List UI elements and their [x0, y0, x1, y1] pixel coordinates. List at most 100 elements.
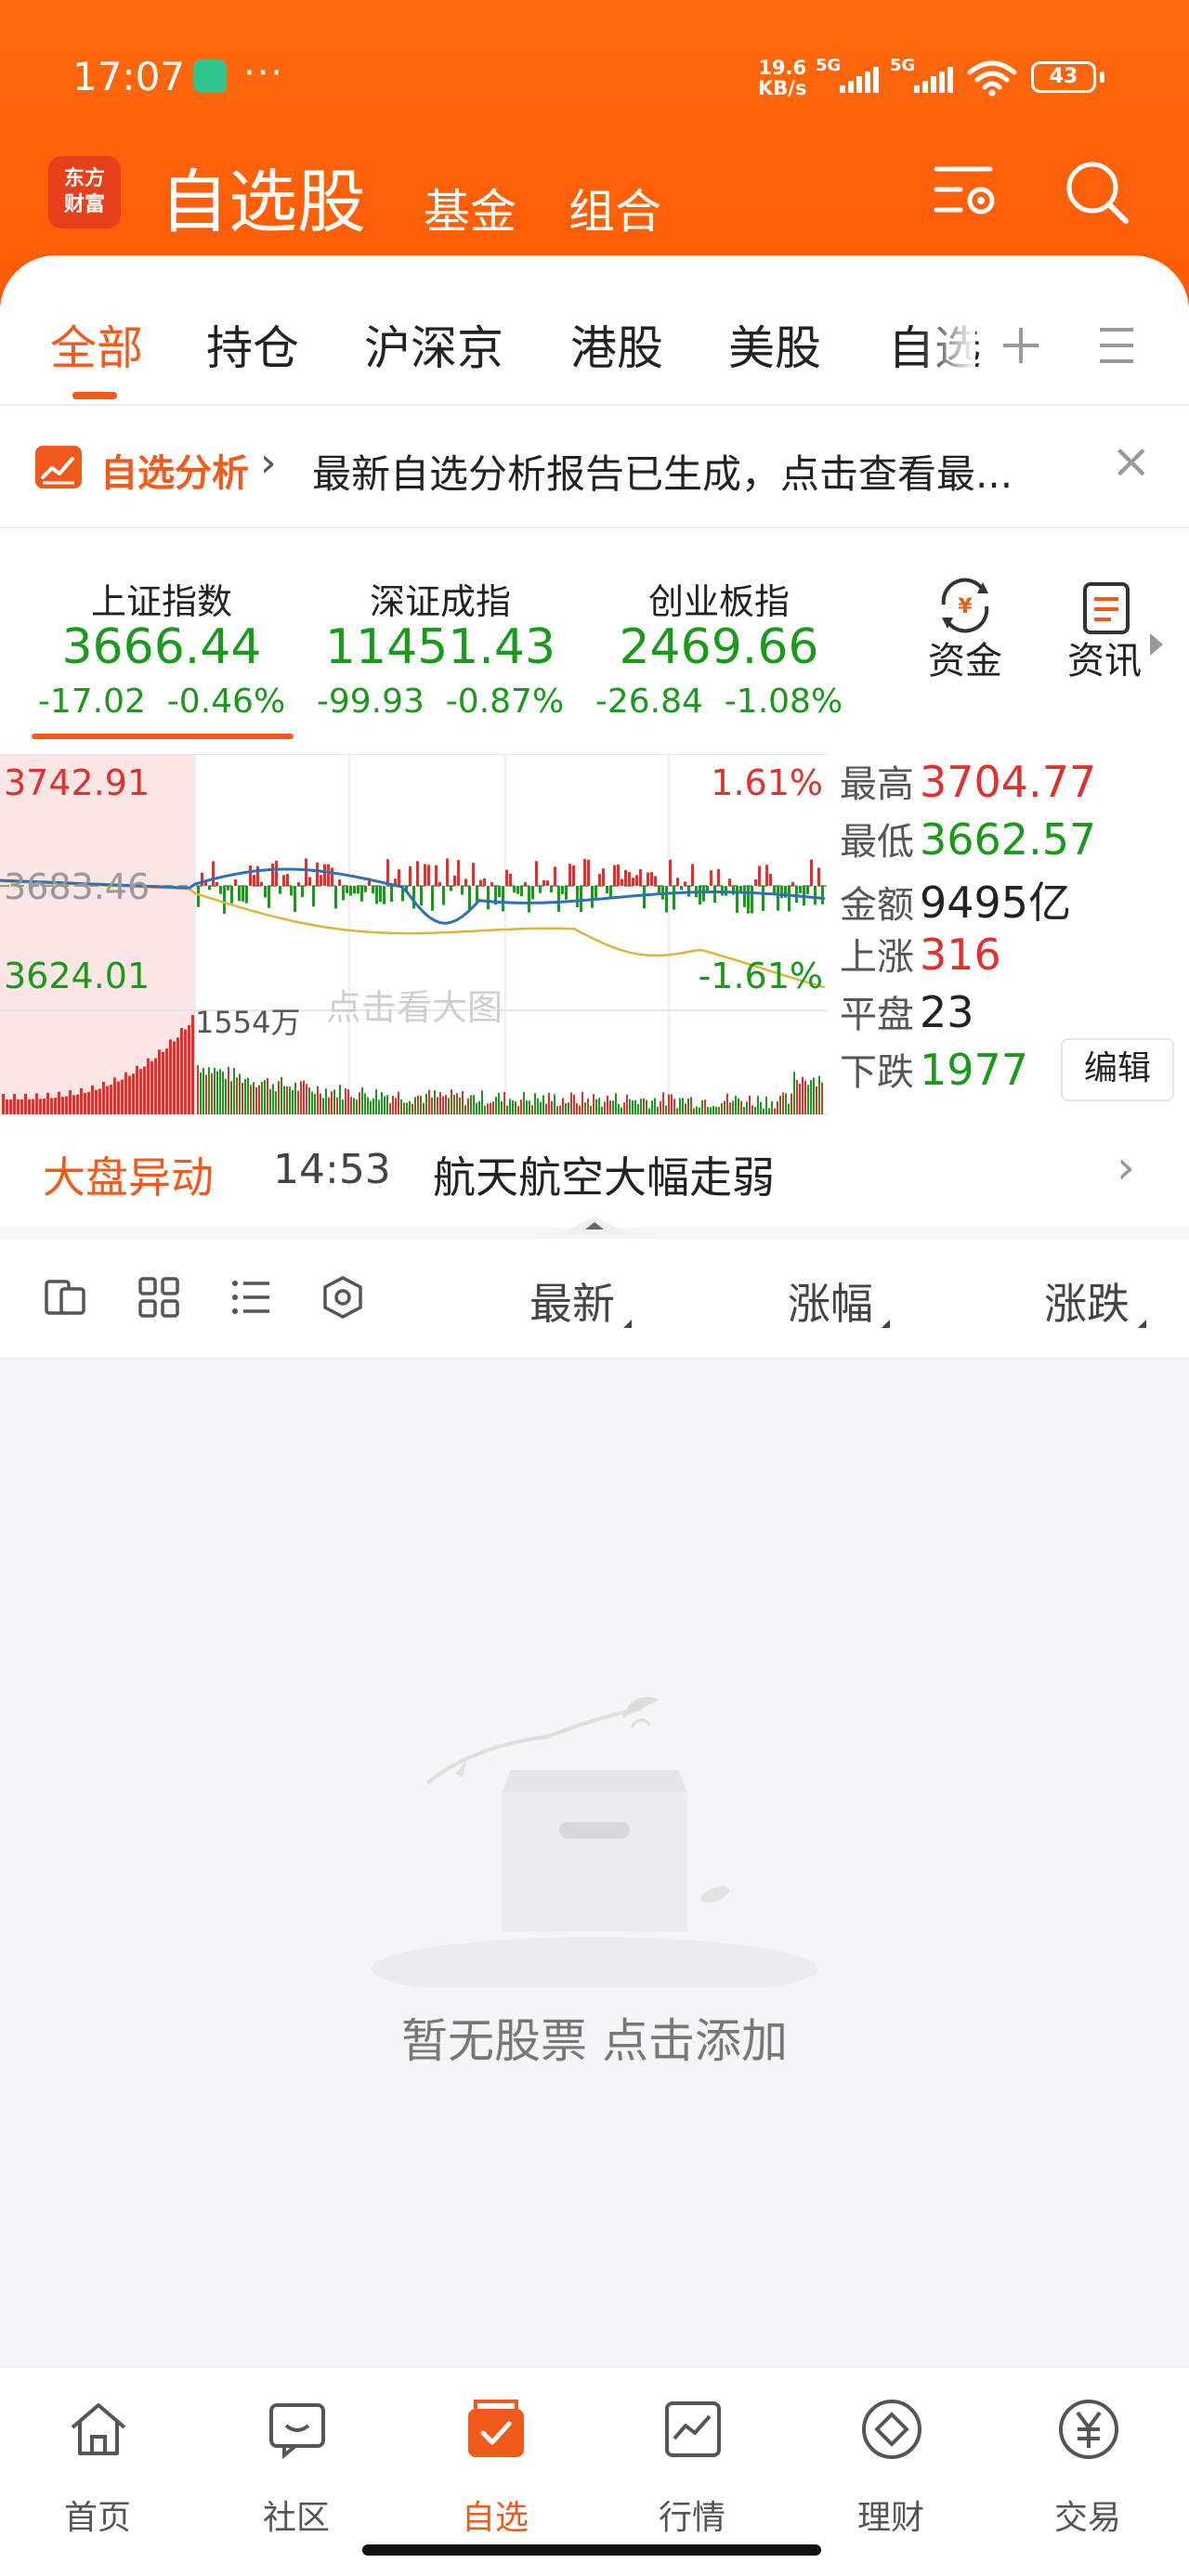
logo-line-1: 东方	[63, 167, 105, 190]
nav-label: 自选	[461, 2499, 529, 2537]
nav-label: 行情	[658, 2499, 725, 2537]
breadth-bar	[550, 886, 553, 892]
collapse-handle-icon[interactable]	[539, 1215, 650, 1235]
tab-a-shares[interactable]: 沪深京	[364, 311, 503, 378]
menu-icon[interactable]	[1096, 324, 1137, 367]
fund-flow-label: 资金	[928, 640, 1002, 683]
breadth-bar	[201, 872, 203, 886]
volume-bar	[121, 1079, 124, 1114]
volume-bar	[523, 1092, 525, 1114]
volume-bar	[623, 1102, 625, 1114]
volume-bar	[509, 1099, 511, 1114]
volume-bar	[660, 1100, 661, 1114]
breadth-bar	[817, 867, 820, 886]
breadth-bar	[386, 859, 389, 886]
volume-bar	[247, 1077, 249, 1114]
volume-bar	[612, 1100, 614, 1114]
close-icon[interactable]: ×	[1111, 434, 1152, 489]
battery-icon: 43	[1031, 61, 1096, 93]
volume-bar	[76, 1094, 79, 1114]
volume-bar	[6, 1099, 8, 1114]
volume-bar	[445, 1095, 447, 1114]
breadth-bar	[632, 878, 634, 886]
index-scroll-arrow-icon[interactable]	[1150, 633, 1163, 656]
volume-bar	[654, 1098, 656, 1114]
stat-unchanged: 平盘 23	[840, 987, 974, 1037]
breadth-bar	[806, 886, 809, 894]
volume-bar	[738, 1098, 739, 1114]
sort-latest[interactable]: 最新	[529, 1270, 632, 1332]
volume-bar	[281, 1076, 282, 1114]
volume-bar	[495, 1097, 497, 1114]
tab-all[interactable]: 全部	[50, 311, 143, 378]
fund-flow-icon: ¥	[941, 578, 989, 633]
volume-bar	[65, 1096, 68, 1114]
tab-us-stocks[interactable]: 美股	[728, 311, 821, 378]
chevron-right-icon[interactable]: ›	[1117, 1140, 1135, 1194]
volume-bar	[818, 1075, 820, 1114]
plus-icon[interactable]	[998, 322, 1044, 369]
breadth-bar	[561, 886, 564, 894]
breadth-bar	[576, 886, 579, 908]
volume-bar	[771, 1100, 773, 1114]
volume-bar	[2, 1093, 5, 1114]
search-icon[interactable]	[1063, 158, 1133, 228]
card-view-icon[interactable]	[43, 1274, 89, 1321]
home-indicator[interactable]	[362, 2544, 821, 2556]
breadth-bar	[290, 886, 293, 896]
list-view-icon[interactable]	[229, 1274, 275, 1321]
breadth-bar	[427, 865, 430, 886]
header-tab-portfolio[interactable]: 组合	[568, 175, 661, 241]
breadth-bar	[472, 863, 475, 886]
movement-text: 航天航空大幅走弱	[433, 1152, 775, 1203]
breadth-bar	[513, 886, 516, 893]
volume-bar	[320, 1093, 321, 1114]
index-mini-chart[interactable]: 3742.91 3683.46 3624.01 1.61% -1.61% 155…	[0, 754, 1189, 1116]
wifi-icon	[967, 60, 1017, 97]
analysis-banner[interactable]: 自选分析 › 最新自选分析报告已生成，点击查看最... ×	[0, 406, 1189, 527]
sort-change[interactable]: 涨跌	[1044, 1270, 1146, 1332]
volume-bar	[339, 1085, 341, 1114]
breadth-bar	[747, 886, 750, 914]
tab-hk-stocks[interactable]: 港股	[570, 311, 663, 378]
settings-list-icon[interactable]	[933, 158, 1003, 223]
tab-holdings[interactable]: 持仓	[206, 311, 299, 378]
volume-bar	[470, 1095, 472, 1114]
volume-bar	[540, 1101, 542, 1114]
header-tab-fund[interactable]: 基金	[424, 175, 516, 241]
volume-bar	[793, 1072, 795, 1114]
volume-bar	[375, 1088, 377, 1114]
volume-bar	[162, 1051, 164, 1114]
volume-bar	[333, 1089, 335, 1114]
wealth-icon	[862, 2400, 921, 2459]
breadth-bar	[751, 886, 753, 914]
watchlist-tabs: 全部 持仓 沪深京 港股 美股 自选	[0, 255, 1189, 404]
volume-bar	[46, 1092, 49, 1114]
volume-bar	[810, 1080, 812, 1114]
market-movement-bar[interactable]: 大盘异动 14:53 航天航空大幅走弱 ›	[0, 1116, 1189, 1228]
signal-2-label: 5G	[890, 56, 916, 75]
breadth-bar	[457, 860, 460, 886]
volume-bar	[32, 1099, 34, 1114]
volume-bar	[813, 1077, 815, 1114]
intraday-chart[interactable]: 3742.91 3683.46 3624.01 1.61% -1.61% 155…	[0, 754, 827, 1116]
volume-bar	[219, 1069, 221, 1114]
page-title[interactable]: 自选股	[160, 147, 366, 246]
volume-bar	[646, 1099, 647, 1114]
edit-button[interactable]: 编辑	[1061, 1038, 1174, 1101]
volume-bar	[242, 1083, 243, 1114]
volume-bar	[347, 1089, 349, 1114]
breadth-bar	[238, 886, 241, 902]
breadth-bar	[260, 881, 263, 886]
breadth-bar	[673, 886, 675, 910]
breadth-bar	[736, 886, 738, 913]
volume-bar	[685, 1103, 686, 1114]
breadth-bar	[390, 886, 393, 903]
grid-view-icon[interactable]	[136, 1274, 182, 1321]
volume-bar	[476, 1102, 477, 1114]
analysis-text[interactable]: 最新自选分析报告已生成，点击查看最...	[312, 443, 1013, 500]
app-logo[interactable]: 东方 财富	[48, 156, 121, 228]
sort-change-pct[interactable]: 涨幅	[788, 1270, 890, 1332]
empty-state-add-link[interactable]: 暂无股票 点击添加	[0, 2004, 1189, 2071]
settings-icon[interactable]	[320, 1274, 366, 1321]
